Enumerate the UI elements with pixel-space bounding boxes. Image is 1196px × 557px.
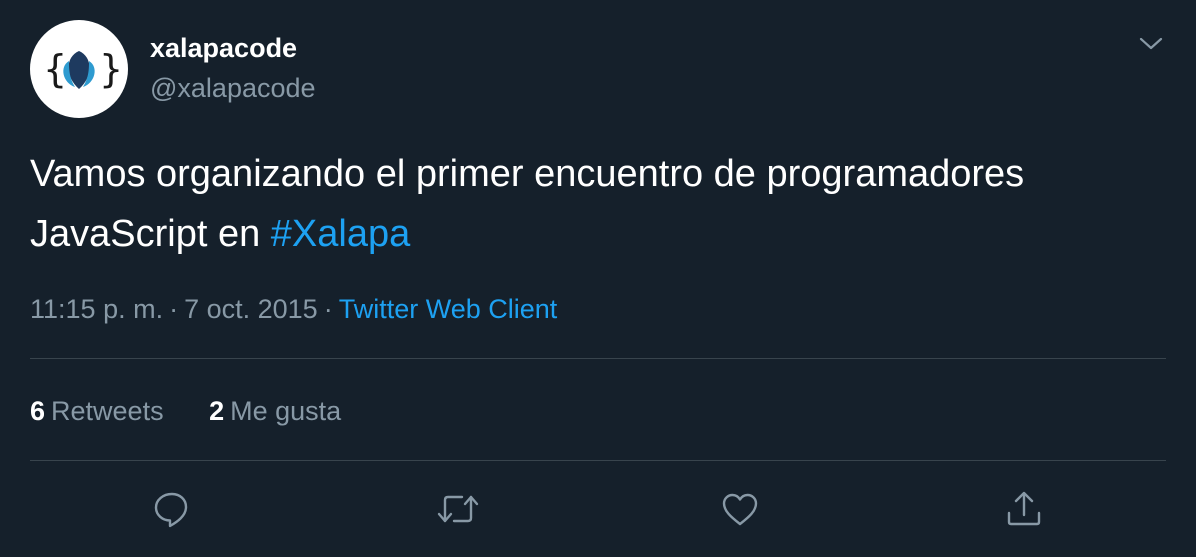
tweet-date[interactable]: 7 oct. 2015 [184,294,318,324]
reply-icon [154,492,188,528]
divider [30,358,1166,359]
retweet-button[interactable] [436,487,480,531]
display-name[interactable]: xalapacode [150,32,297,64]
avatar[interactable]: { } [30,20,128,118]
tweet-text: Vamos organizando el primer encuentro de… [30,144,1150,264]
meta-separator: · [169,294,179,324]
meta-separator: · [323,294,333,324]
retweets-stat[interactable]: 6 Retweets [30,394,164,428]
likes-label: Me gusta [230,396,342,426]
share-button[interactable] [1002,487,1046,531]
likes-count: 2 [209,396,225,426]
tweet-text-body: Vamos organizando el primer encuentro de… [30,153,1025,255]
tweet-card: { } xalapacode @xalapacode Vamos organiz… [0,0,1196,557]
retweet-icon [437,495,479,523]
tweet-source-link[interactable]: Twitter Web Client [339,294,558,324]
chevron-down-icon[interactable] [1136,32,1166,56]
tweet-time[interactable]: 11:15 p. m. [30,294,163,324]
like-button[interactable] [718,487,762,531]
tweet-meta: 11:15 p. m. · 7 oct. 2015 · Twitter Web Clie… [30,292,557,326]
retweets-label: Retweets [51,396,164,426]
heart-icon [722,493,758,526]
tweet-stats: 6 Retweets 2 Me gusta [30,394,379,428]
divider [30,460,1166,461]
xalapacode-logo-icon: { } [43,47,119,91]
reply-button[interactable] [150,487,194,531]
hashtag-link[interactable]: #Xalapa [271,213,410,255]
svg-text:}: } [99,47,119,91]
user-handle[interactable]: @xalapacode [150,72,316,104]
share-icon [1007,491,1041,526]
retweets-count: 6 [30,396,46,426]
likes-stat[interactable]: 2 Me gusta [209,394,341,428]
